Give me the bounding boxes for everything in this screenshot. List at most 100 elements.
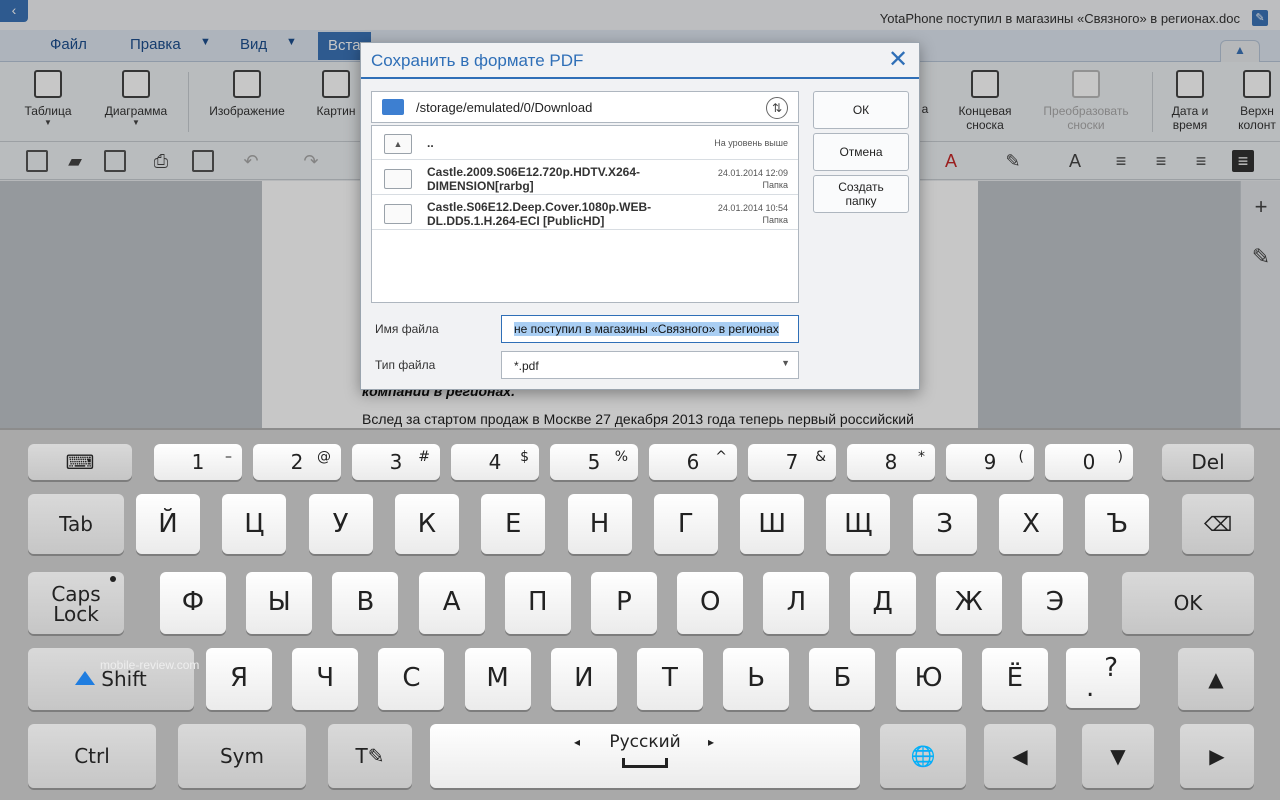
save-pdf-dialog: Сохранить в формате PDF ✕ /storage/emula… bbox=[360, 42, 920, 390]
symbol-label: – bbox=[225, 449, 232, 465]
letter-key[interactable]: В bbox=[332, 572, 399, 634]
letter-key[interactable]: Ё bbox=[981, 648, 1048, 710]
number-key[interactable]: 2 @ bbox=[253, 444, 341, 480]
list-item[interactable]: Castle.S06E12.Deep.Cover.1080p.WEB-DL.DD… bbox=[372, 196, 798, 230]
letter-key[interactable]: Б bbox=[809, 648, 876, 710]
sym-key[interactable]: Sym bbox=[178, 724, 306, 788]
number-key[interactable]: 4 $ bbox=[451, 444, 539, 480]
backspace-key[interactable]: ⌫ bbox=[1182, 494, 1254, 554]
create-folder-button[interactable]: Создать папку bbox=[813, 175, 909, 213]
question-mark-label: ? bbox=[1104, 653, 1118, 683]
text-pen-icon: T✎ bbox=[355, 744, 385, 768]
list-item-parent[interactable]: ▲ .. На уровень выше bbox=[372, 126, 798, 160]
letter-key[interactable]: Х bbox=[999, 494, 1063, 554]
language-label: Русский bbox=[609, 732, 681, 752]
symbol-label: # bbox=[418, 449, 430, 465]
letter-key[interactable]: Ф bbox=[160, 572, 226, 634]
on-screen-keyboard: ⌨ Del Tab ⌫ Caps Lock OK Shift ?. ▲ Ctrl… bbox=[0, 428, 1280, 800]
letter-key[interactable]: А bbox=[418, 572, 485, 634]
file-kind: Папка bbox=[762, 180, 789, 190]
file-date: 24.01.2014 12:09 bbox=[717, 168, 788, 178]
watermark: mobile-review.com bbox=[100, 658, 200, 672]
filename-input[interactable]: не поступил в магазины «Связного» в реги… bbox=[501, 315, 799, 343]
ctrl-key[interactable]: Ctrl bbox=[28, 724, 156, 788]
path-bar[interactable]: /storage/emulated/0/Download ⇅ bbox=[371, 91, 799, 123]
number-key[interactable]: 9( bbox=[946, 444, 1034, 480]
arrow-left-key[interactable]: ◀ bbox=[984, 724, 1056, 788]
letter-key[interactable]: Р bbox=[591, 572, 657, 634]
ok-key[interactable]: OK bbox=[1122, 572, 1254, 634]
cancel-button[interactable]: Отмена bbox=[813, 133, 909, 171]
letter-key[interactable]: Н bbox=[567, 494, 632, 554]
file-meta: На уровень выше bbox=[714, 138, 788, 148]
shift-arrow-icon bbox=[75, 670, 96, 685]
filetype-select[interactable]: *.pdf ▼ bbox=[501, 351, 799, 379]
list-item[interactable]: Castle.2009.S06E12.720p.HDTV.X264-DIMENS… bbox=[372, 161, 798, 195]
letter-key[interactable]: Э bbox=[1022, 572, 1088, 634]
symbol-label: % bbox=[614, 449, 628, 465]
letter-key[interactable]: Д bbox=[849, 572, 916, 634]
folder-open-icon bbox=[382, 99, 404, 115]
letter-key[interactable]: Ц bbox=[222, 494, 287, 554]
caps-lock-key[interactable]: Caps Lock bbox=[28, 572, 124, 634]
dialog-title: Сохранить в формате PDF bbox=[371, 51, 584, 70]
number-key[interactable]: 5% bbox=[550, 444, 638, 480]
sort-icon[interactable]: ⇅ bbox=[766, 97, 788, 119]
globe-key[interactable]: 🌐 bbox=[880, 724, 966, 788]
letter-key[interactable]: Ь bbox=[723, 648, 790, 710]
del-key[interactable]: Del bbox=[1162, 444, 1254, 480]
tab-key[interactable]: Tab bbox=[28, 494, 124, 554]
chevron-down-icon: ▼ bbox=[781, 358, 790, 368]
symbol-label: & bbox=[815, 449, 826, 465]
arrow-down-key[interactable]: ▼ bbox=[1082, 724, 1154, 788]
folder-icon bbox=[384, 204, 412, 224]
number-key[interactable]: 1– bbox=[154, 444, 242, 480]
letter-key[interactable]: Г bbox=[653, 494, 718, 554]
letter-key[interactable]: Й bbox=[136, 494, 200, 554]
number-key[interactable]: 6 ^ bbox=[649, 444, 737, 480]
letter-key[interactable]: З bbox=[912, 494, 977, 554]
letter-key[interactable]: Е bbox=[481, 494, 546, 554]
ok-button[interactable]: ОК bbox=[813, 91, 909, 129]
space-key[interactable]: ◂ Русский ▸ bbox=[430, 724, 860, 788]
letter-key[interactable]: К bbox=[394, 494, 459, 554]
letter-key[interactable]: Ч bbox=[292, 648, 359, 710]
close-icon[interactable]: ✕ bbox=[885, 47, 911, 73]
letter-key[interactable]: Ж bbox=[935, 572, 1002, 634]
number-key[interactable]: 0) bbox=[1045, 444, 1133, 480]
letter-key[interactable]: Т bbox=[637, 648, 703, 710]
arrow-up-key[interactable]: ▲ bbox=[1178, 648, 1254, 710]
letter-key[interactable]: Ъ bbox=[1085, 494, 1150, 554]
letter-key[interactable]: Ю bbox=[895, 648, 962, 710]
letter-key[interactable]: Ы bbox=[246, 572, 313, 634]
text-tool-key[interactable]: T✎ bbox=[328, 724, 412, 788]
number-key[interactable]: 8 * bbox=[847, 444, 935, 480]
folder-up-icon: ▲ bbox=[384, 134, 412, 154]
letter-key[interactable]: М bbox=[464, 648, 531, 710]
chevron-right-icon[interactable]: ▸ bbox=[708, 732, 714, 752]
file-kind: Папка bbox=[762, 215, 789, 225]
arrow-right-key[interactable]: ▶ bbox=[1180, 724, 1254, 788]
filetype-value: *.pdf bbox=[514, 359, 539, 373]
letter-key[interactable]: Л bbox=[763, 572, 830, 634]
letter-key[interactable]: П bbox=[504, 572, 571, 634]
number-key[interactable]: 3 # bbox=[352, 444, 440, 480]
symbol-label: ( bbox=[1018, 449, 1024, 465]
folder-icon bbox=[384, 169, 412, 189]
letter-key[interactable]: С bbox=[378, 648, 445, 710]
symbol-label: ^ bbox=[715, 449, 727, 465]
current-path: /storage/emulated/0/Download bbox=[416, 100, 593, 115]
filetype-label: Тип файла bbox=[375, 358, 436, 372]
symbol-label: $ bbox=[520, 449, 529, 465]
number-key[interactable]: 7 & bbox=[748, 444, 836, 480]
hide-keyboard-key[interactable]: ⌨ bbox=[28, 444, 132, 480]
letter-key[interactable]: Щ bbox=[826, 494, 891, 554]
letter-key[interactable]: У bbox=[308, 494, 373, 554]
file-name: Castle.2009.S06E12.720p.HDTV.X264-DIMENS… bbox=[427, 165, 641, 193]
period-label: . bbox=[1086, 673, 1095, 703]
punctuation-key[interactable]: ?. bbox=[1066, 648, 1140, 708]
letter-key[interactable]: Я bbox=[206, 648, 272, 710]
letter-key[interactable]: И bbox=[550, 648, 617, 710]
letter-key[interactable]: Ш bbox=[740, 494, 805, 554]
letter-key[interactable]: О bbox=[677, 572, 744, 634]
